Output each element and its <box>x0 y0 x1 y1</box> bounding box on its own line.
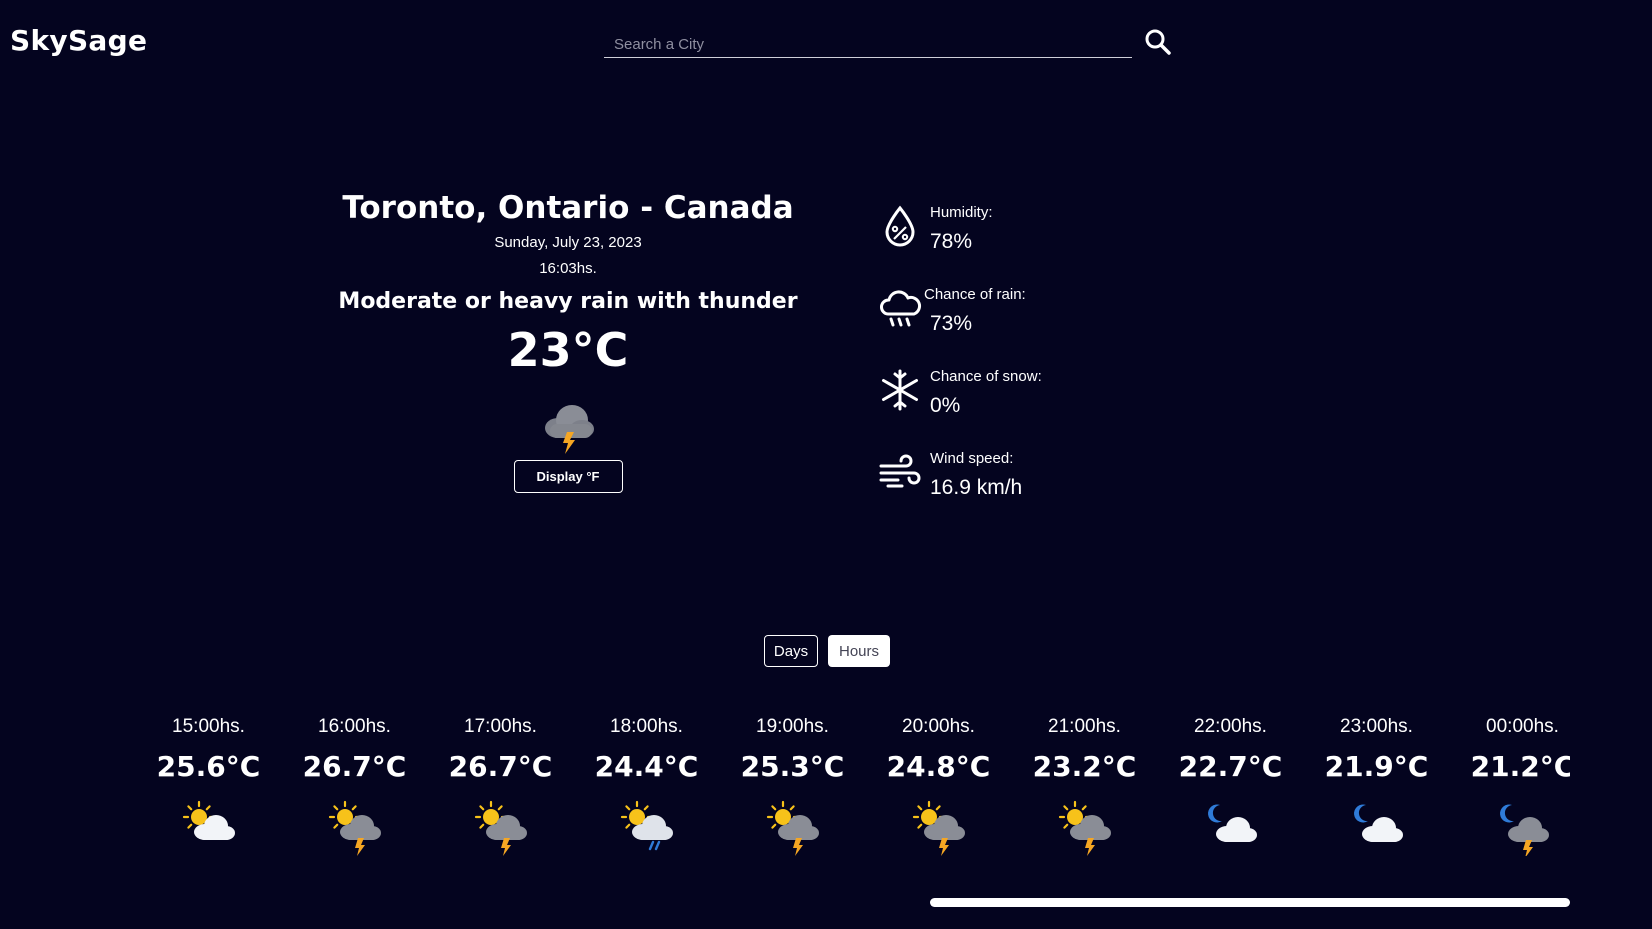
stat-wind-speed: Wind speed: 16.9 km/h <box>878 446 1138 528</box>
hourly-item: 23:00hs. 21.9°C <box>1304 715 1449 856</box>
hour-temperature: 22.7°C <box>1178 750 1283 783</box>
hour-time: 19:00hs. <box>756 716 829 737</box>
rain-cloud-icon <box>880 290 922 327</box>
hourly-item: 22:00hs. 22.7°C <box>1158 715 1303 856</box>
weather-icon <box>83 800 91 856</box>
sun-thunder-icon <box>1058 800 1111 856</box>
stat-label: Chance of rain: <box>924 286 1026 303</box>
sun-thunder-icon <box>912 800 965 856</box>
hourly-item: 16:00hs. 26.7°C <box>282 715 427 856</box>
sun-rain-icon <box>620 800 673 851</box>
hour-time: s. <box>83 715 135 739</box>
sun-cloud-icon <box>182 800 235 840</box>
search-button[interactable] <box>1142 26 1174 58</box>
hour-temperature: °C <box>83 750 135 784</box>
stat-value: 16.9 km/h <box>930 476 1023 499</box>
moon-thunder-icon <box>1499 804 1549 856</box>
hour-temperature: 21.9°C <box>1324 750 1429 783</box>
moon-cloud-icon <box>1353 804 1403 842</box>
stat-chance-of-rain: Chance of rain: 73% <box>878 282 1138 364</box>
hour-time: 16:00hs. <box>318 716 391 737</box>
wind-icon <box>879 454 921 488</box>
hourly-item: 21:00hs. 23.2°C <box>1012 715 1157 856</box>
stat-value: 0% <box>930 394 961 417</box>
stat-label: Chance of snow: <box>930 368 1042 385</box>
hour-time: 15:00hs. <box>172 716 245 737</box>
display-fahrenheit-button[interactable]: Display °F <box>513 460 623 493</box>
sun-thunder-icon <box>474 800 527 856</box>
weather-app: SkySage Toronto, Ontario - Canada Sunday… <box>0 0 1652 929</box>
days-button[interactable]: Days <box>764 635 818 667</box>
current-time: 16:03hs. <box>539 260 597 277</box>
thunder-cloud-icon <box>536 392 600 456</box>
hours-button[interactable]: Hours <box>828 635 890 667</box>
stat-chance-of-snow: Chance of snow: 0% <box>878 364 1138 446</box>
hour-time: 00:00hs. <box>1486 716 1559 737</box>
hour-temperature: 21.2°C <box>1470 750 1570 783</box>
hour-time: 18:00hs. <box>610 716 683 737</box>
condition-text: Moderate or heavy rain with thunder <box>338 289 798 314</box>
moon-cloud-icon <box>1207 804 1257 842</box>
stat-humidity: Humidity: 78% <box>878 200 1138 282</box>
hour-time: 21:00hs. <box>1048 716 1121 737</box>
location-title: Toronto, Ontario - Canada <box>342 190 794 226</box>
hour-temperature: 23.2°C <box>1032 750 1137 783</box>
search-bar <box>604 26 1132 58</box>
hourly-item: 15:00hs. 25.6°C <box>136 715 281 856</box>
hour-time: 20:00hs. <box>902 716 975 737</box>
current-weather: Toronto, Ontario - Canada Sunday, July 2… <box>318 188 818 493</box>
weather-stats: Humidity: 78% Chance of rain: 73% Chance… <box>878 200 1138 528</box>
stat-label: Humidity: <box>930 204 993 221</box>
stat-value: 73% <box>930 312 973 335</box>
hour-time: 17:00hs. <box>464 716 537 737</box>
stat-label: Wind speed: <box>930 450 1014 467</box>
search-icon <box>1145 29 1171 55</box>
hour-time: 23:00hs. <box>1340 716 1413 737</box>
current-date: Sunday, July 23, 2023 <box>494 234 642 251</box>
hour-temperature: 26.7°C <box>448 750 553 783</box>
humidity-icon <box>885 205 915 247</box>
hourly-item: 20:00hs. 24.8°C <box>866 715 1011 856</box>
hourly-item: 19:00hs. 25.3°C <box>720 715 865 856</box>
sun-thunder-icon <box>766 800 819 856</box>
sun-thunder-icon <box>328 800 381 856</box>
hour-time: 22:00hs. <box>1194 716 1267 737</box>
hourly-forecast[interactable]: s. °C 15:00hs. 25.6°C 16:00hs. 26.7°C 17… <box>83 715 1570 875</box>
current-temperature: 23°C <box>507 323 629 377</box>
hourly-item: 00:00hs. 21.2°C <box>1450 715 1570 856</box>
horizontal-scrollbar[interactable] <box>930 898 1570 907</box>
app-logo: SkySage <box>10 24 148 57</box>
search-input[interactable] <box>604 26 1132 57</box>
stat-value: 78% <box>930 230 973 253</box>
hourly-item: 18:00hs. 24.4°C <box>574 715 719 856</box>
hour-temperature: 26.7°C <box>302 750 407 783</box>
forecast-toggle: Days Hours <box>764 635 890 667</box>
hour-temperature: 24.4°C <box>594 750 699 783</box>
hour-temperature: 25.6°C <box>156 750 261 783</box>
snowflake-icon <box>882 369 918 411</box>
hour-temperature: 24.8°C <box>886 750 991 783</box>
hour-temperature: 25.3°C <box>740 750 845 783</box>
hourly-item: 17:00hs. 26.7°C <box>428 715 573 856</box>
hourly-item: s. °C <box>83 715 135 856</box>
